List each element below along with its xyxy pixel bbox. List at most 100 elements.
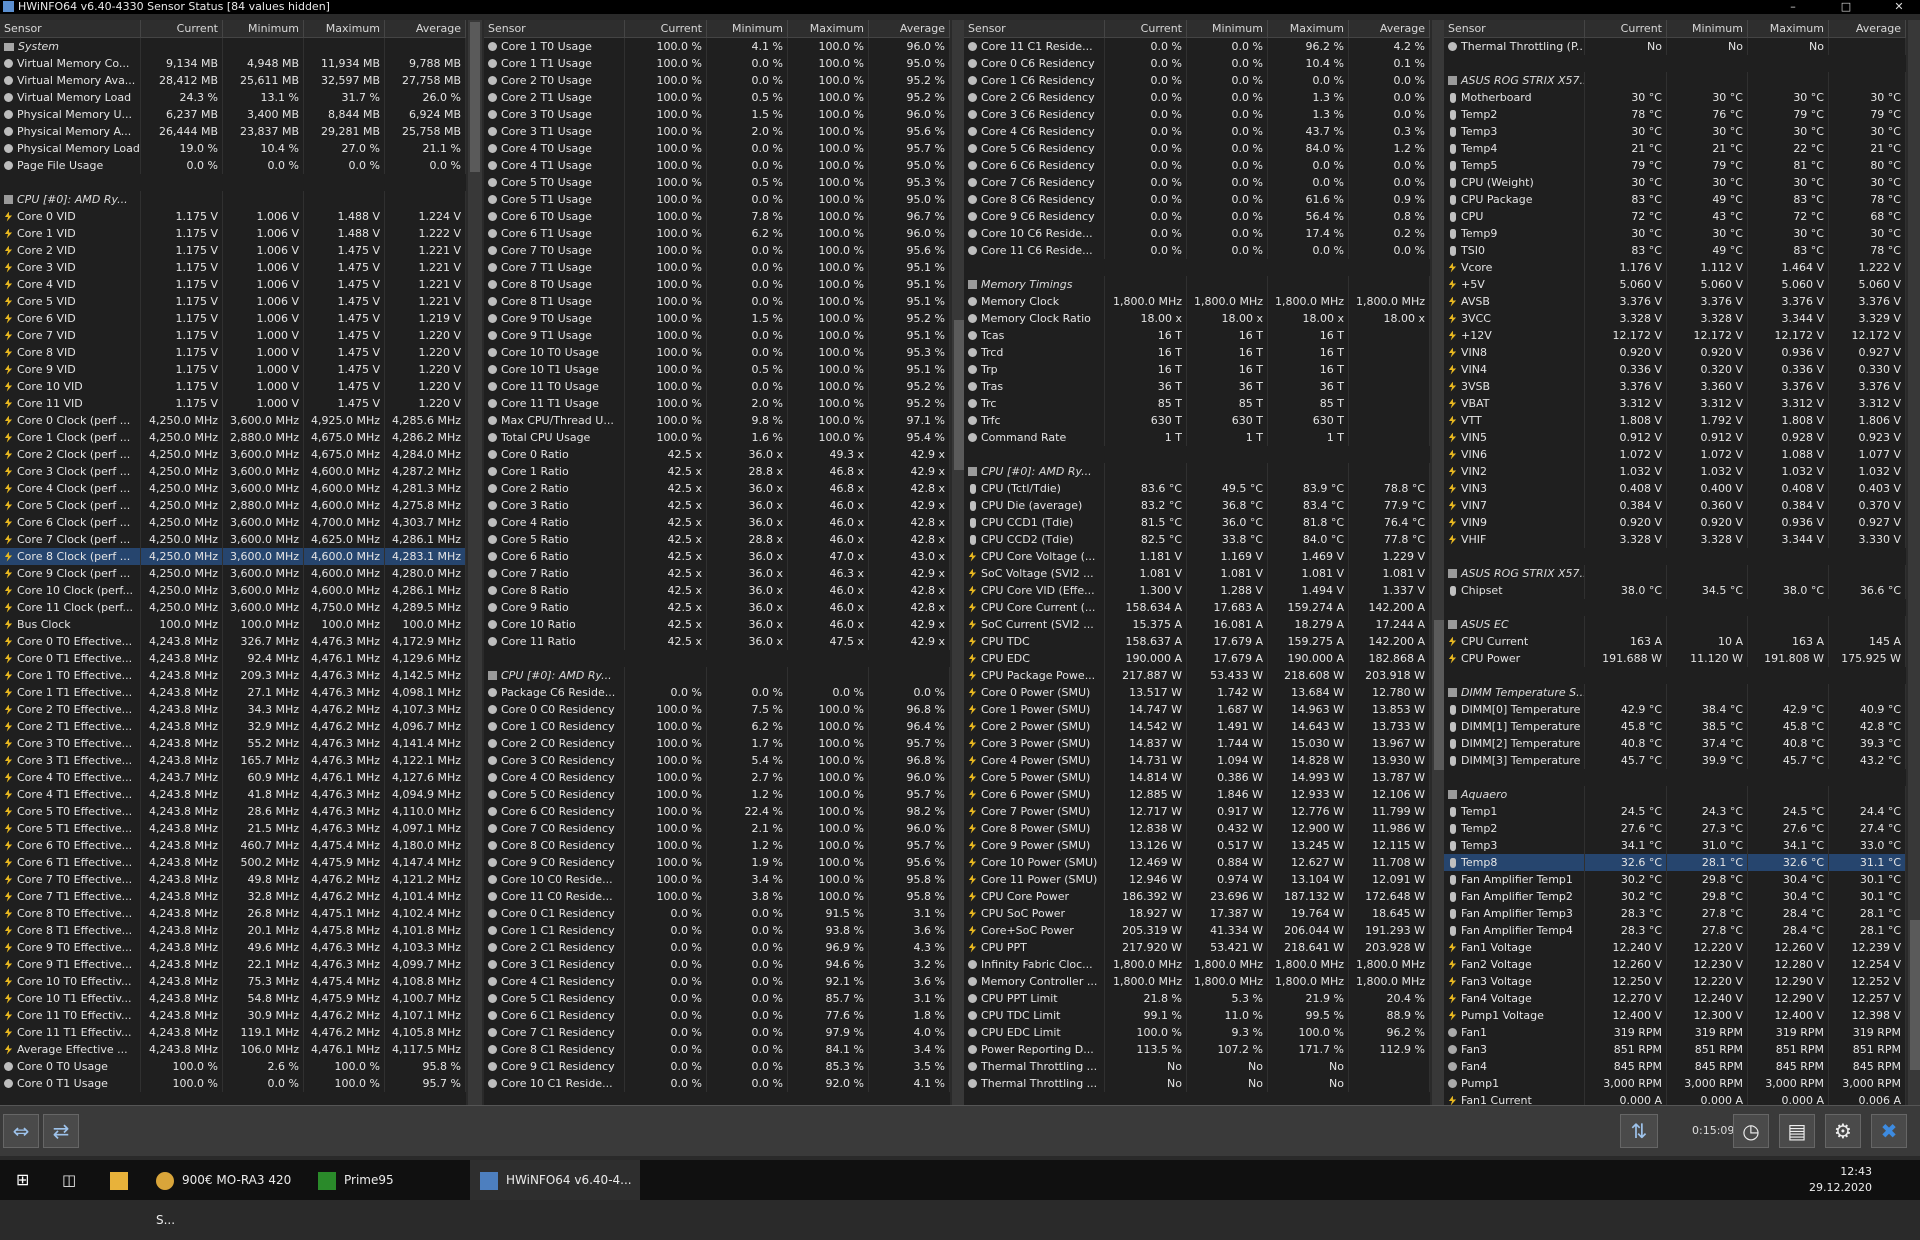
sensor-row[interactable]: VHIF 3.328 V 3.328 V 3.344 V 3.330 V — [1444, 531, 1906, 548]
sensor-row[interactable]: Core 4 T1 Usage 100.0 % 0.0 % 100.0 % 95.0 % — [484, 157, 950, 174]
sensor-row[interactable]: Page File Usage 0.0 % 0.0 % 0.0 % 0.0 % — [0, 157, 466, 174]
column-header-minimum[interactable]: Minimum — [1667, 20, 1748, 37]
sensor-row[interactable]: +12V 12.172 V 12.172 V 12.172 V 12.172 V — [1444, 327, 1906, 344]
sensor-row[interactable]: Core 3 VID 1.175 V 1.006 V 1.475 V 1.221 V — [0, 259, 466, 276]
sensor-row[interactable]: Core 7 Ratio 42.5 x 36.0 x 46.3 x 42.9 x — [484, 565, 950, 582]
sensor-row[interactable]: Fan3 Voltage 12.250 V 12.220 V 12.290 V 12.2… — [1444, 973, 1906, 990]
sensor-row[interactable]: Core 3 C6 Residency 0.0 % 0.0 % 1.3 % 0.0 % — [964, 106, 1430, 123]
sensor-row[interactable]: Core 3 T0 Usage 100.0 % 1.5 % 100.0 % 96.0 % — [484, 106, 950, 123]
sensor-row[interactable]: VIN7 0.384 V 0.360 V 0.384 V 0.370 V — [1444, 497, 1906, 514]
sensor-row[interactable]: Core 9 C0 Residency 100.0 % 1.9 % 100.0 % 95… — [484, 854, 950, 871]
sensor-row[interactable]: Core 10 T0 Usage 100.0 % 0.0 % 100.0 % 95.3 … — [484, 344, 950, 361]
sensor-group-header[interactable]: System — [0, 38, 466, 55]
sensor-row[interactable]: Core+SoC Power 205.319 W 41.334 W 206.044 W… — [964, 922, 1430, 939]
sensor-row[interactable]: Core 1 C0 Residency 100.0 % 6.2 % 100.0 % 96… — [484, 718, 950, 735]
sensor-row[interactable]: CPU PPT Limit 21.8 % 5.3 % 21.9 % 20.4 % — [964, 990, 1430, 1007]
network-icon[interactable]: ⇅ — [1620, 1114, 1658, 1148]
sensor-row[interactable]: Core 1 Clock (perf ... 4,250.0 MHz 2,880.0… — [0, 429, 466, 446]
taskbar-item-prime95[interactable]: Prime95 — [318, 1160, 468, 1200]
sensor-row[interactable]: SoC Current (SVI2 ... 15.375 A 16.081 A 18.… — [964, 616, 1430, 633]
sensor-row[interactable]: Core 2 Ratio 42.5 x 36.0 x 46.8 x 42.8 x — [484, 480, 950, 497]
sensor-row[interactable]: Temp1 24.5 °C 24.3 °C 24.5 °C 24.4 °C — [1444, 803, 1906, 820]
vertical-scrollbar[interactable] — [468, 20, 482, 1105]
sensor-row[interactable]: CPU (Tctl/Tdie) 83.6 °C 49.5 °C 83.9 °C 78.8… — [964, 480, 1430, 497]
sensor-row[interactable]: Trfc 630 T 630 T 630 T — [964, 412, 1430, 429]
sensor-row[interactable]: CPU 72 °C 43 °C 72 °C 68 °C — [1444, 208, 1906, 225]
sensor-row[interactable]: VIN3 0.408 V 0.400 V 0.408 V 0.403 V — [1444, 480, 1906, 497]
minimize-icon[interactable]: – — [1774, 0, 1812, 14]
sensor-row[interactable]: CPU Core Power 186.392 W 23.696 W 187.132 W… — [964, 888, 1430, 905]
sensor-row[interactable]: Thermal Throttling ... No No No — [964, 1058, 1430, 1075]
sensor-row[interactable]: Core 0 T1 Effective... 4,243.8 MHz 92.4 MH… — [0, 650, 466, 667]
sensor-row[interactable]: Core 9 T0 Effective... 4,243.8 MHz 49.6 MH… — [0, 939, 466, 956]
sensor-row[interactable]: Core 1 C1 Residency 0.0 % 0.0 % 93.8 % 3.6 % — [484, 922, 950, 939]
sensor-row[interactable]: Core 6 C0 Residency 100.0 % 22.4 % 100.0 % 9… — [484, 803, 950, 820]
sensor-row[interactable]: Core 9 T1 Usage 100.0 % 0.0 % 100.0 % 95.1 % — [484, 327, 950, 344]
column-header-current[interactable]: Current — [1105, 20, 1187, 37]
sensor-row[interactable]: Core 10 VID 1.175 V 1.000 V 1.475 V 1.220 V — [0, 378, 466, 395]
column-header-current[interactable]: Current — [625, 20, 707, 37]
sensor-row[interactable]: Core 3 C0 Residency 100.0 % 5.4 % 100.0 % 96… — [484, 752, 950, 769]
column-header-minimum[interactable]: Minimum — [707, 20, 788, 37]
sensor-row[interactable]: Infinity Fabric Cloc... 1,800.0 MHz 1,800.… — [964, 956, 1430, 973]
sensor-row[interactable]: Core 7 VID 1.175 V 1.000 V 1.475 V 1.220 V — [0, 327, 466, 344]
sensor-group-header[interactable]: ASUS ROG STRIX X57... — [1444, 72, 1906, 89]
sensor-row[interactable]: Core 7 Power (SMU) 12.717 W 0.917 W 12.776 … — [964, 803, 1430, 820]
sensor-row[interactable]: Core 10 C6 Reside... 0.0 % 0.0 % 17.4 % 0.2 … — [964, 225, 1430, 242]
column-header-sensor[interactable]: Sensor — [1444, 20, 1585, 37]
sensor-row[interactable]: AVSB 3.376 V 3.376 V 3.376 V 3.376 V — [1444, 293, 1906, 310]
taskbar-item-chrome[interactable]: 900€ MO-RA3 420 S... — [156, 1160, 306, 1227]
settings-gear-icon[interactable]: ⚙ — [1825, 1114, 1861, 1148]
sensor-row[interactable]: Pump1 Voltage 12.400 V 12.300 V 12.400 V 12.… — [1444, 1007, 1906, 1024]
sensor-row[interactable]: Virtual Memory Co... 9,134 MB 4,948 MB 11,9… — [0, 55, 466, 72]
sensor-row[interactable]: Core 11 C6 Reside... 0.0 % 0.0 % 0.0 % 0.0 % — [964, 242, 1430, 259]
sensor-row[interactable]: Core 6 T1 Effective... 4,243.8 MHz 500.2 M… — [0, 854, 466, 871]
sensor-row[interactable]: Core 2 T1 Usage 100.0 % 0.5 % 100.0 % 95.2 % — [484, 89, 950, 106]
sensor-row[interactable]: VIN4 0.336 V 0.320 V 0.336 V 0.330 V — [1444, 361, 1906, 378]
sensor-row[interactable]: Core 10 T1 Usage 100.0 % 0.5 % 100.0 % 95.1 … — [484, 361, 950, 378]
sensor-row[interactable]: Core 0 C6 Residency 0.0 % 0.0 % 10.4 % 0.1 % — [964, 55, 1430, 72]
sensor-row[interactable]: Core 8 T1 Usage 100.0 % 0.0 % 100.0 % 95.1 % — [484, 293, 950, 310]
column-header-maximum[interactable]: Maximum — [788, 20, 869, 37]
sensor-row[interactable]: CPU CCD1 (Tdie) 81.5 °C 36.0 °C 81.8 °C 76.4… — [964, 514, 1430, 531]
sensor-row[interactable]: Core 4 T0 Usage 100.0 % 0.0 % 100.0 % 95.7 % — [484, 140, 950, 157]
sensor-row[interactable]: VIN9 0.920 V 0.920 V 0.936 V 0.927 V — [1444, 514, 1906, 531]
sensor-row[interactable]: VIN5 0.912 V 0.912 V 0.928 V 0.923 V — [1444, 429, 1906, 446]
sensor-row[interactable]: Core 3 Power (SMU) 14.837 W 1.744 W 15.030 … — [964, 735, 1430, 752]
sensor-row[interactable]: Core 8 Ratio 42.5 x 36.0 x 46.0 x 42.8 x — [484, 582, 950, 599]
column-header-minimum[interactable]: Minimum — [1187, 20, 1268, 37]
collapse-columns-icon[interactable]: ⇄ — [43, 1114, 79, 1148]
sensor-row[interactable]: Core 1 T0 Effective... 4,243.8 MHz 209.3 M… — [0, 667, 466, 684]
sensor-row[interactable]: Command Rate 1 T1 T1 T — [964, 429, 1430, 446]
sensor-row[interactable]: Temp8 32.6 °C 28.1 °C 32.6 °C 31.1 °C — [1444, 854, 1906, 871]
sensor-row[interactable]: Tras 36 T 36 T 36 T — [964, 378, 1430, 395]
sensor-row[interactable]: CPU SoC Power 18.927 W 17.387 W 19.764 W 18.… — [964, 905, 1430, 922]
sensor-row[interactable]: Trc 85 T 85 T 85 T — [964, 395, 1430, 412]
sensor-row[interactable]: CPU Package 83 °C 49 °C 83 °C 78 °C — [1444, 191, 1906, 208]
sensor-row[interactable]: VIN8 0.920 V 0.920 V 0.936 V 0.927 V — [1444, 344, 1906, 361]
sensor-row[interactable]: +5V 5.060 V 5.060 V 5.060 V 5.060 V — [1444, 276, 1906, 293]
sensor-row[interactable]: Core 4 Power (SMU) 14.731 W 1.094 W 14.828 … — [964, 752, 1430, 769]
sensor-row[interactable]: Core 6 Ratio 42.5 x 36.0 x 47.0 x 43.0 x — [484, 548, 950, 565]
sensor-row[interactable]: CPU EDC Limit 100.0 % 9.3 % 100.0 % 96.2 % — [964, 1024, 1430, 1041]
sensor-row[interactable]: Core 1 VID 1.175 V 1.006 V 1.488 V 1.222 V — [0, 225, 466, 242]
sensor-row[interactable]: Core 5 C0 Residency 100.0 % 1.2 % 100.0 % 95… — [484, 786, 950, 803]
sensor-row[interactable]: Core 3 Ratio 42.5 x 36.0 x 46.0 x 42.9 x — [484, 497, 950, 514]
sensor-row[interactable]: Core 6 C6 Residency 0.0 % 0.0 % 0.0 % 0.0 % — [964, 157, 1430, 174]
sensor-row[interactable]: Core 10 Power (SMU) 12.469 W 0.884 W 12.627… — [964, 854, 1430, 871]
sensor-row[interactable]: Core 7 T1 Usage 100.0 % 0.0 % 100.0 % 95.1 % — [484, 259, 950, 276]
sensor-row[interactable]: Temp4 21 °C 21 °C 22 °C 21 °C — [1444, 140, 1906, 157]
sensor-row[interactable]: CPU (Weight) 30 °C 30 °C 30 °C 30 °C — [1444, 174, 1906, 191]
sensor-row[interactable]: Core 7 C1 Residency 0.0 % 0.0 % 97.9 % 4.0 % — [484, 1024, 950, 1041]
sensor-row[interactable]: Core 6 Power (SMU) 12.885 W 1.846 W 12.933 … — [964, 786, 1430, 803]
sensor-row[interactable]: Fan4 845 RPM 845 RPM 845 RPM 845 RPM — [1444, 1058, 1906, 1075]
sensor-row[interactable]: Core 2 VID 1.175 V 1.006 V 1.475 V 1.221 V — [0, 242, 466, 259]
sensor-row[interactable]: Fan Amplifier Temp4 28.3 °C 27.8 °C 28.4 °C… — [1444, 922, 1906, 939]
sensor-row[interactable]: 3VSB 3.376 V 3.360 V 3.376 V 3.376 V — [1444, 378, 1906, 395]
sensor-row[interactable]: Core 11 Clock (perf... 4,250.0 MHz 3,600.0… — [0, 599, 466, 616]
column-header-maximum[interactable]: Maximum — [1268, 20, 1349, 37]
sensor-row[interactable]: Core 2 C0 Residency 100.0 % 1.7 % 100.0 % 95… — [484, 735, 950, 752]
sensor-row[interactable]: Memory Clock 1,800.0 MHz 1,800.0 MHz 1,800.… — [964, 293, 1430, 310]
sensor-row[interactable]: Core 4 C1 Residency 0.0 % 0.0 % 92.1 % 3.6 % — [484, 973, 950, 990]
sensor-row[interactable]: Fan4 Voltage 12.270 V 12.240 V 12.290 V 12.2… — [1444, 990, 1906, 1007]
